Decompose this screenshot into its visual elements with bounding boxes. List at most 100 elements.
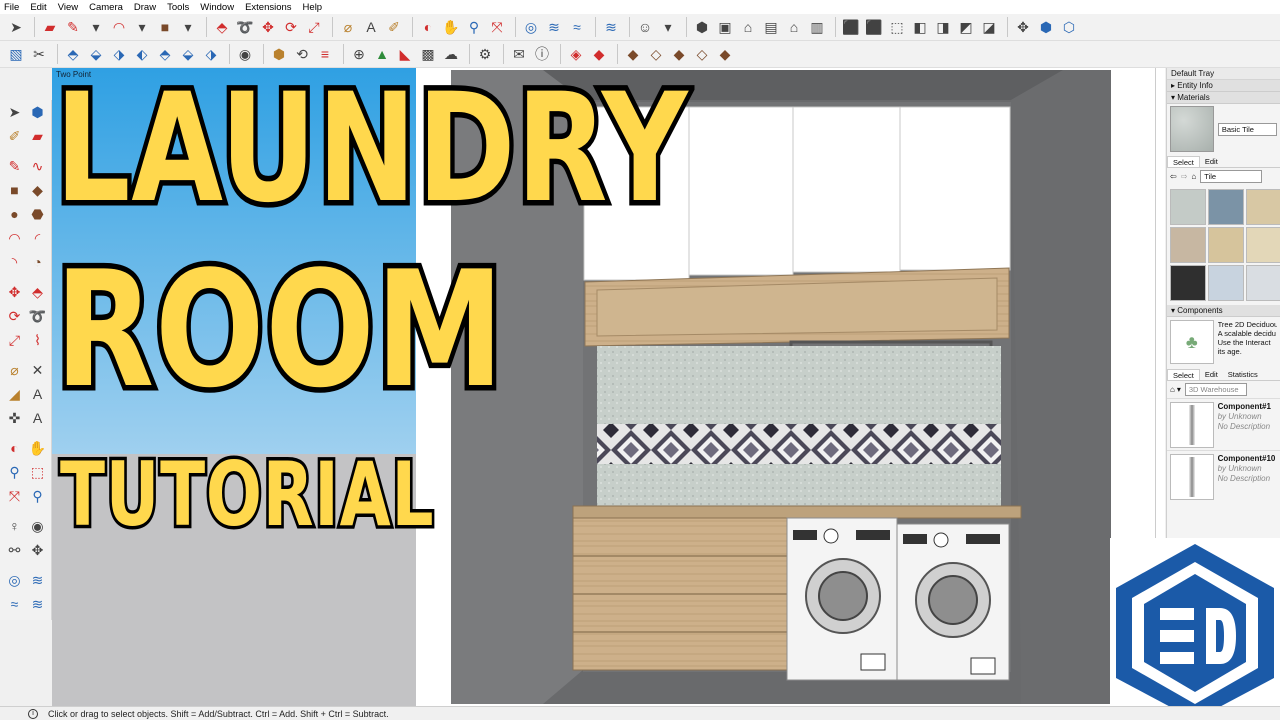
position-camera-icon[interactable]: ♀ (4, 516, 25, 537)
wireframe-icon[interactable]: ⬚ (887, 17, 907, 37)
zoom-extents-icon[interactable]: ⤧ (487, 17, 507, 37)
chevron-down-icon[interactable]: ▾ (1177, 385, 1181, 394)
component-list-item[interactable]: Component#1 by Unknown No Description (1167, 398, 1280, 450)
shaded-icon[interactable]: ◨ (933, 17, 953, 37)
3d-text-icon[interactable]: A (27, 408, 48, 429)
material-tile[interactable] (1208, 189, 1244, 225)
make-component-icon[interactable]: ⬢ (27, 102, 48, 123)
menu-view[interactable]: View (58, 2, 78, 13)
info-icon[interactable]: i (28, 708, 38, 719)
layout-icon[interactable]: ≋ (27, 594, 48, 615)
tape-measure-icon[interactable]: ⌀ (4, 360, 25, 381)
entity-info-header[interactable]: ▸ Entity Info (1167, 80, 1280, 92)
tab-edit[interactable]: Edit (1200, 369, 1223, 380)
styles-icon-2[interactable]: ◇ (646, 44, 666, 64)
hidden-line-icon[interactable]: ◧ (910, 17, 930, 37)
orbit-icon[interactable]: ◐ (4, 438, 25, 459)
interact-icon[interactable]: ✂ (29, 44, 49, 64)
material-tile[interactable] (1170, 227, 1206, 263)
layers-icon[interactable]: ≡ (315, 44, 335, 64)
forward-arrow-icon[interactable]: ⇨ (1181, 172, 1188, 181)
share-model-icon[interactable]: ≈ (567, 17, 587, 37)
left-view-icon[interactable]: ▥ (807, 17, 827, 37)
zoom-window-icon[interactable]: ⬚ (27, 462, 48, 483)
right-view-icon[interactable]: ▤ (761, 17, 781, 37)
menu-draw[interactable]: Draw (134, 2, 156, 13)
tab-statistics[interactable]: Statistics (1223, 369, 1263, 380)
settings-gear-icon[interactable]: ⚙ (475, 44, 495, 64)
section-plane-icon[interactable]: ✥ (27, 540, 48, 561)
back-arrow-icon[interactable]: ⇦ (1170, 172, 1177, 181)
line-icon[interactable]: ✎ (4, 156, 25, 177)
front-view-icon[interactable]: ⌂ (738, 17, 758, 37)
eraser-icon[interactable]: ▰ (27, 126, 48, 147)
home-icon[interactable]: ⌂ (1170, 385, 1175, 394)
rotate-icon[interactable]: ⟳ (281, 17, 301, 37)
user-account-icon[interactable]: ☺ (635, 17, 655, 37)
select-tool-icon[interactable]: ➤ (4, 102, 25, 123)
dropdown-arrow-icon[interactable]: ▾ (132, 17, 152, 37)
pie-icon[interactable]: ◔ (27, 252, 48, 273)
menu-tools[interactable]: Tools (167, 2, 189, 13)
two-point-arc-icon[interactable]: ◜ (27, 228, 48, 249)
follow-me-icon[interactable]: ➰ (235, 17, 255, 37)
extension-warehouse-icon[interactable]: ≋ (544, 17, 564, 37)
extension-warehouse-icon[interactable]: ≋ (27, 570, 48, 591)
paint-bucket-icon[interactable]: ✐ (384, 17, 404, 37)
color-by-layer-icon[interactable]: ▧ (6, 44, 26, 64)
styles-icon-4[interactable]: ◇ (692, 44, 712, 64)
menu-camera[interactable]: Camera (89, 2, 123, 13)
pan-icon[interactable]: ✋ (27, 438, 48, 459)
xray-icon[interactable]: ⬛ (841, 17, 861, 37)
components-search-input[interactable]: 3D Warehouse (1184, 383, 1247, 396)
zoom-icon[interactable]: ⚲ (4, 462, 25, 483)
material-tile[interactable] (1170, 265, 1206, 301)
rectangle-icon[interactable]: ■ (155, 17, 175, 37)
info-icon[interactable]: ⓘ (532, 44, 552, 64)
warehouse-icon[interactable]: ◎ (521, 17, 541, 37)
material-library-select[interactable]: Tile (1200, 170, 1263, 183)
orbit-icon[interactable]: ◐ (418, 17, 438, 37)
dimension-icon[interactable]: ✕ (27, 360, 48, 381)
styles-icon-5[interactable]: ◆ (715, 44, 735, 64)
arc-icon[interactable]: ◠ (4, 228, 25, 249)
follow-me-icon[interactable]: ➰ (27, 306, 48, 327)
scale-icon[interactable]: ⤢ (4, 330, 25, 351)
styles-icon-1[interactable]: ◆ (623, 44, 643, 64)
add-location-icon[interactable]: ⊕ (349, 44, 369, 64)
text-icon[interactable]: A (361, 17, 381, 37)
home-icon[interactable]: ⌂ (1191, 172, 1196, 181)
photo-textures-icon[interactable]: ◣ (395, 44, 415, 64)
layout-icon[interactable]: ≋ (601, 17, 621, 37)
iso-view-icon[interactable]: ⬢ (692, 17, 712, 37)
pan-icon[interactable]: ✋ (441, 17, 461, 37)
viewport-scrollbar[interactable] (1155, 68, 1165, 538)
push-pull-icon[interactable]: ⬘ (27, 282, 48, 303)
zoom-icon[interactable]: ⚲ (464, 17, 484, 37)
shaded-textures-icon[interactable]: ◩ (956, 17, 976, 37)
dropdown-arrow-icon[interactable]: ▾ (178, 17, 198, 37)
smoove-icon[interactable]: ⬗ (109, 44, 129, 64)
polygon-icon[interactable]: ⬣ (27, 204, 48, 225)
paint-bucket-icon[interactable]: ✐ (4, 126, 25, 147)
look-around-icon[interactable]: ⬡ (1059, 17, 1079, 37)
stamp-icon[interactable]: ⬖ (132, 44, 152, 64)
protractor-icon[interactable]: ◢ (4, 384, 25, 405)
menu-file[interactable]: File (4, 2, 19, 13)
share-model-icon[interactable]: ≈ (4, 594, 25, 615)
menu-edit[interactable]: Edit (30, 2, 46, 13)
zoom-extents-icon[interactable]: ⤧ (4, 486, 25, 507)
solid-tools-icon[interactable]: ⬢ (269, 44, 289, 64)
drape-icon[interactable]: ⬘ (155, 44, 175, 64)
material-tile[interactable] (1208, 227, 1244, 263)
component-list-item[interactable]: Component#10 by Unknown No Description (1167, 450, 1280, 502)
axes-icon[interactable]: ✜ (4, 408, 25, 429)
toggle-terrain-icon[interactable]: ▲ (372, 44, 392, 64)
sandbox-from-scratch-icon[interactable]: ⬙ (86, 44, 106, 64)
back-view-icon[interactable]: ⌂ (784, 17, 804, 37)
walk-icon[interactable]: ⚯ (4, 540, 25, 561)
material-tile[interactable] (1170, 189, 1206, 225)
look-around-icon[interactable]: ◉ (27, 516, 48, 537)
pencil-icon[interactable]: ✎ (63, 17, 83, 37)
dropdown-arrow-icon[interactable]: ▾ (658, 17, 678, 37)
